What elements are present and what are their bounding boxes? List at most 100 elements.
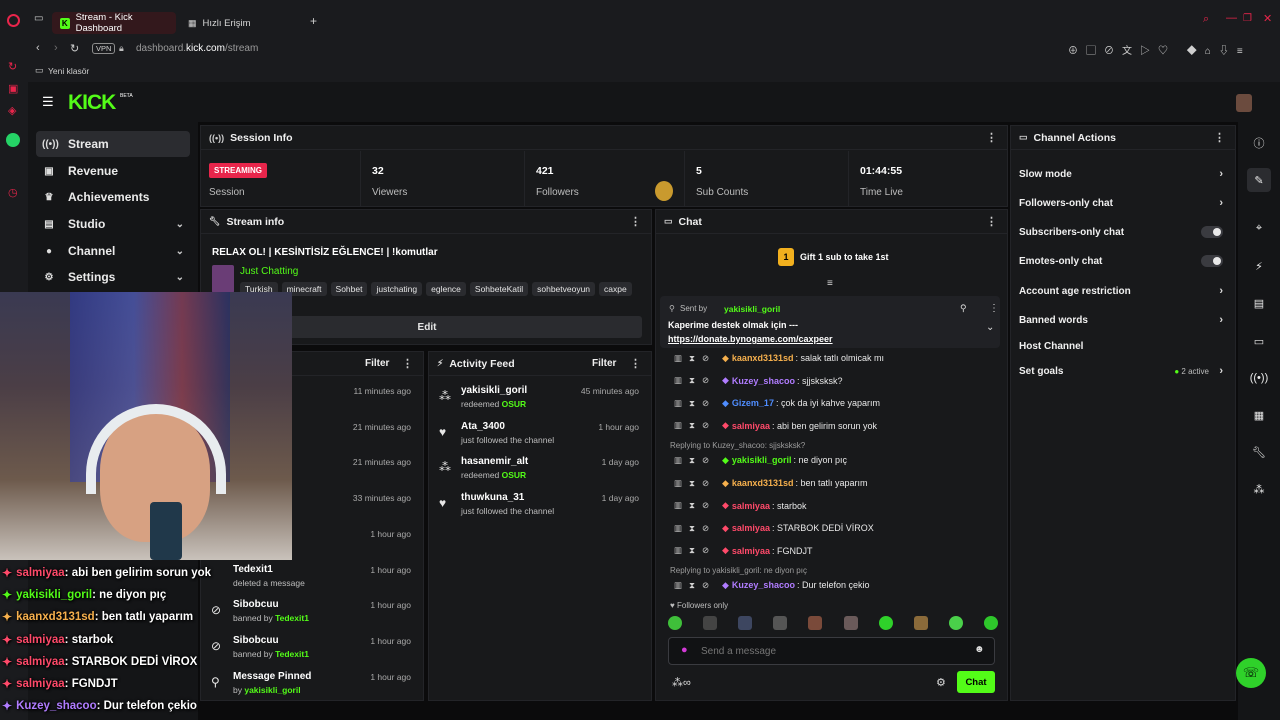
- more-options-icon[interactable]: ⋮: [630, 357, 641, 370]
- support-bubble-icon[interactable]: ☏: [1236, 658, 1266, 688]
- emote-icon[interactable]: [773, 616, 788, 630]
- tag[interactable]: justchating: [371, 282, 423, 296]
- toggle-switch[interactable]: [1201, 226, 1223, 238]
- bolt-icon[interactable]: ⚡︎: [1247, 254, 1271, 278]
- channel-action-subscribers-only-chat[interactable]: Subscribers-only chat: [1019, 221, 1227, 243]
- chat-message[interactable]: ▥⧗⊘ ◆ salmiyaa: STARBOK DEDİ VİROX: [674, 519, 999, 537]
- activity-user[interactable]: yakisikli_goril: [461, 385, 527, 396]
- chat-username[interactable]: kaanxd3131sd: [732, 478, 794, 488]
- wrench-icon[interactable]: 🔧︎: [1247, 440, 1271, 464]
- info-icon[interactable]: ⓘ: [1247, 131, 1271, 155]
- mod-action-icons[interactable]: ▥⧗⊘: [674, 398, 722, 409]
- activity-user[interactable]: Ata_3400: [461, 421, 505, 432]
- history-icon[interactable]: ↻: [8, 60, 17, 73]
- chat-message[interactable]: ▥⧗⊘ ◆ Kuzey_shacoo: Dur telefon çekio: [674, 576, 999, 594]
- tag[interactable]: eglence: [426, 282, 466, 296]
- more-options-icon[interactable]: ⋮: [630, 215, 641, 228]
- emote-icon[interactable]: [878, 616, 893, 630]
- search-tabs-icon[interactable]: ⌕: [1203, 13, 1209, 26]
- pinned-link[interactable]: https://donate.bynogame.com/caxpeer: [668, 334, 833, 344]
- chat-message[interactable]: ▥⧗⊘ ◆ kaanxd3131sd: salak tatlı olmicak mı: [674, 349, 999, 367]
- tag[interactable]: Sohbet: [330, 282, 368, 296]
- clock-icon[interactable]: ◷: [8, 186, 18, 199]
- emote-icon[interactable]: [703, 616, 718, 630]
- toggle-switch[interactable]: [1201, 255, 1223, 267]
- mod-action-icons[interactable]: ▥⧗⊘: [674, 353, 722, 364]
- tab-quick-access[interactable]: ▦ Hızlı Erişim: [180, 12, 300, 34]
- sidebar-item-channel[interactable]: ● Channel ⌄: [36, 238, 190, 264]
- chat-message[interactable]: ▥⧗⊘ ◆ kaanxd3131sd: ben tatlı yaparım: [674, 474, 999, 492]
- new-tab-plus-icon[interactable]: +: [310, 14, 317, 28]
- emote-icon[interactable]: [738, 616, 753, 630]
- chat-send-button[interactable]: Chat: [957, 671, 995, 693]
- mod-feed-user[interactable]: yakisikli_goril: [244, 685, 300, 695]
- pencil-icon[interactable]: ✎: [1247, 168, 1271, 192]
- activity-user[interactable]: thuwkuna_31: [461, 492, 524, 503]
- chat-icon[interactable]: ▭: [1247, 329, 1271, 353]
- whatsapp-icon[interactable]: [6, 133, 20, 147]
- chat-message[interactable]: ▥⧗⊘ ◆ Kuzey_shacoo: sjjsksksk?: [674, 372, 999, 390]
- back-icon[interactable]: ‹: [36, 42, 40, 54]
- mod-action-icons[interactable]: ▥⧗⊘: [674, 455, 722, 466]
- mod-feed-user[interactable]: Tedexit1: [275, 613, 309, 623]
- kick-logo[interactable]: KICK: [68, 91, 116, 115]
- more-options-icon[interactable]: ⋮: [986, 215, 997, 228]
- vpn-badge[interactable]: VPN: [92, 43, 116, 54]
- filter-button[interactable]: Filter: [592, 358, 616, 369]
- tag[interactable]: sohbetveoyun: [532, 282, 596, 296]
- chat-message[interactable]: ▥⧗⊘ ◆ Gizem_17: çok da iyi kahve yaparım: [674, 394, 999, 412]
- chat-username[interactable]: Kuzey_shacoo: [732, 580, 795, 590]
- mic-icon[interactable]: ●: [681, 644, 688, 656]
- tag[interactable]: caxpe: [599, 282, 632, 296]
- emote-icon[interactable]: [843, 616, 858, 630]
- chat-username[interactable]: salmiyaa: [732, 523, 770, 533]
- pin-action-icon[interactable]: ⚲: [960, 303, 967, 314]
- chat-username[interactable]: salmiyaa: [732, 546, 770, 556]
- activity-row[interactable]: ⁂ hasanemir_alt redeemed OSUR 1 day ago: [429, 452, 651, 488]
- capture-icon[interactable]: ⌖: [1247, 216, 1271, 240]
- more-options-icon[interactable]: ⋮: [989, 303, 999, 314]
- chat-settings-gear-icon[interactable]: ⚙: [936, 676, 946, 689]
- mod-action-icons[interactable]: ▥⧗⊘: [674, 375, 722, 386]
- mod-feed-user[interactable]: Tedexit1: [275, 649, 309, 659]
- flow-icon[interactable]: ◈: [8, 104, 16, 117]
- sidebar-item-achievements[interactable]: ♛ Achievements: [36, 184, 190, 210]
- chat-username[interactable]: Kuzey_shacoo: [732, 376, 795, 386]
- pinned-message[interactable]: ⚲ Sent by yakisikli_goril ⚲ ⋮ Kaperime d…: [660, 296, 1000, 348]
- chat-username[interactable]: Gizem_17: [732, 398, 774, 408]
- chat-username[interactable]: salmiyaa: [732, 501, 770, 511]
- tab-kick-dashboard[interactable]: K Stream - Kick Dashboard: [52, 12, 176, 34]
- channel-action-set-goals[interactable]: Set goals › ● 2 active: [1019, 360, 1227, 382]
- chat-message[interactable]: ▥⧗⊘ ◆ yakisikli_goril: ne diyon pıç: [674, 451, 999, 469]
- chat-username[interactable]: salmiyaa: [732, 421, 770, 431]
- emote-icon[interactable]: [808, 616, 823, 630]
- maximize-icon[interactable]: ❐: [1243, 13, 1252, 24]
- mod-action-icons[interactable]: ▥⧗⊘: [674, 580, 722, 591]
- more-options-icon[interactable]: ⋮: [986, 131, 997, 144]
- url-field[interactable]: dashboard.kick.com/stream: [136, 43, 258, 54]
- emote-icon[interactable]: [948, 616, 963, 630]
- channel-action-followers-only-chat[interactable]: Followers-only chat ›: [1019, 192, 1227, 214]
- news-icon[interactable]: ▣: [8, 82, 18, 95]
- apps-icon[interactable]: ⁂: [1247, 477, 1271, 501]
- channel-action-banned-words[interactable]: Banned words ›: [1019, 309, 1227, 331]
- chat-message[interactable]: ▥⧗⊘ ◆ salmiyaa: starbok: [674, 497, 999, 515]
- channel-action-account-age-restriction[interactable]: Account age restriction ›: [1019, 280, 1227, 302]
- category-label[interactable]: Just Chatting: [240, 266, 298, 277]
- opera-logo-icon[interactable]: [7, 14, 20, 27]
- tab-islands-icon[interactable]: ▭: [34, 13, 43, 24]
- document-icon[interactable]: ▤: [1247, 291, 1271, 315]
- mod-action-icons[interactable]: ▥⧗⊘: [674, 420, 722, 431]
- emote-icon[interactable]: [913, 616, 928, 630]
- chat-message[interactable]: ▥⧗⊘ ◆ salmiyaa: FGNDJT: [674, 542, 999, 560]
- gift-sub-banner[interactable]: 1 Gift 1 sub to take 1st: [778, 248, 889, 266]
- chat-message[interactable]: ▥⧗⊘ ◆ salmiyaa: abi ben gelirim sorun yok: [674, 417, 999, 435]
- tag[interactable]: SohbeteKatil: [469, 282, 529, 296]
- collapse-icon[interactable]: ≡: [827, 278, 833, 289]
- channel-action-slow-mode[interactable]: Slow mode ›: [1019, 163, 1227, 185]
- expand-chevron-icon[interactable]: ⌄: [986, 322, 994, 333]
- mod-action-icons[interactable]: ▥⧗⊘: [674, 523, 722, 534]
- bookmark-folder[interactable]: Yeni klasör: [48, 66, 89, 76]
- layout-icon[interactable]: ▦: [1247, 403, 1271, 427]
- channel-action-emotes-only-chat[interactable]: Emotes-only chat: [1019, 250, 1227, 272]
